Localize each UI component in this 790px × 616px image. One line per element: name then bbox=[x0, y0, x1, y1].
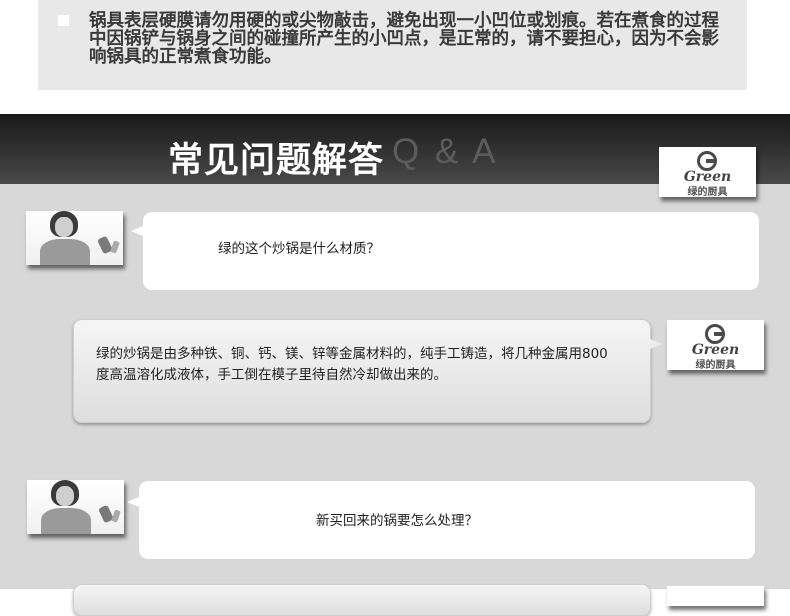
answer-bubble: 绿的炒锅是由多种铁、铜、钙、镁、锌等金属材料的，纯手工铸造，将几种金属用800度… bbox=[73, 319, 651, 423]
avatar-item2-icon bbox=[111, 509, 121, 523]
logo-cn-text: 绿的厨具 bbox=[695, 360, 736, 371]
avatar-face bbox=[55, 217, 73, 237]
question-text: 新买回来的锅要怎么处理？ bbox=[316, 513, 478, 529]
question-text: 绿的这个炒锅是什么材质？ bbox=[218, 241, 380, 257]
logo-g-icon bbox=[697, 151, 717, 171]
customer-avatar bbox=[27, 480, 124, 534]
logo-g-icon bbox=[705, 324, 725, 344]
care-notice: 锅具表层硬膜请勿用硬的或尖物敲击，避免出现一小凹位或划痕。若在煮食的过程中因锅铲… bbox=[38, 0, 747, 90]
brand-logo-partial bbox=[667, 586, 764, 606]
avatar-face bbox=[56, 486, 74, 506]
avatar-body bbox=[40, 239, 90, 265]
qa-subtitle: Q & A bbox=[392, 132, 499, 171]
customer-avatar bbox=[26, 211, 123, 265]
question-bubble: 绿的这个炒锅是什么材质？ bbox=[143, 212, 759, 290]
answer-text: 绿的炒锅是由多种铁、铜、钙、镁、锌等金属材料的，纯手工铸造，将几种金属用800度… bbox=[96, 346, 608, 383]
answer-bubble-tail bbox=[650, 339, 662, 349]
qa-title: 常见问题解答 bbox=[168, 141, 385, 181]
brand-logo: Green 绿的厨具 bbox=[667, 320, 764, 371]
qa-section: Green 绿的厨具 绿的这个炒锅是什么材质？ 绿的炒锅是由多种铁、铜、钙、镁、… bbox=[0, 147, 790, 616]
question-bubble-tail bbox=[127, 497, 139, 507]
question-bubble-tail bbox=[131, 226, 143, 236]
bullet-icon bbox=[58, 15, 69, 26]
care-notice-text: 锅具表层硬膜请勿用硬的或尖物敲击，避免出现一小凹位或划痕。若在煮食的过程中因锅铲… bbox=[89, 11, 719, 67]
avatar-body bbox=[41, 508, 91, 534]
question-bubble: 新买回来的锅要怎么处理？ bbox=[139, 481, 755, 559]
avatar-item2-icon bbox=[110, 240, 120, 254]
brand-logo: Green 绿的厨具 bbox=[659, 147, 756, 198]
logo-cn-text: 绿的厨具 bbox=[687, 187, 728, 198]
